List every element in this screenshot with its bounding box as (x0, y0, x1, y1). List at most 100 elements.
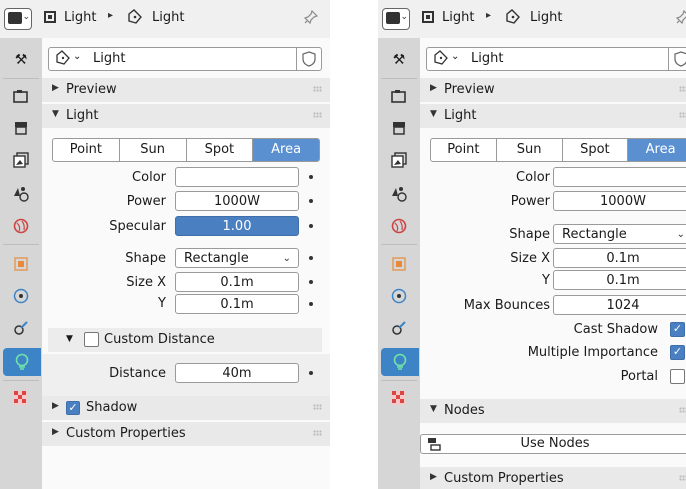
light-type-point[interactable]: Point (53, 139, 120, 161)
tab-physics[interactable] (3, 282, 39, 310)
shadow-panel-header[interactable]: ▶ ✓ Shadow (42, 396, 330, 420)
tab-light-data[interactable] (3, 348, 41, 376)
tab-render[interactable] (3, 82, 39, 110)
size-y-field[interactable]: 0.1m (175, 294, 299, 314)
use-nodes-button[interactable]: Use Nodes (420, 434, 686, 454)
keyframe-dot-icon[interactable] (309, 302, 313, 306)
tab-world[interactable] (3, 212, 39, 240)
cast-shadow-checkbox[interactable]: ✓ (670, 322, 685, 337)
light-panel-header[interactable]: ▼ Light (420, 104, 686, 128)
tab-tool[interactable]: ⚒ (3, 46, 39, 74)
light-type-area[interactable]: Area (253, 139, 319, 161)
light-type-point[interactable]: Point (431, 139, 497, 161)
keyframe-dot-icon[interactable] (309, 371, 313, 375)
light-type-spot[interactable]: Spot (187, 139, 254, 161)
tab-tool[interactable]: ⚒ (381, 46, 417, 74)
drag-grip-icon[interactable] (679, 86, 686, 92)
pin-icon[interactable] (304, 10, 318, 24)
preview-label: Preview (66, 82, 117, 97)
breadcrumb-object[interactable]: Light (442, 10, 474, 25)
drag-grip-icon[interactable] (313, 404, 322, 410)
drag-grip-icon[interactable] (313, 430, 322, 436)
tab-render[interactable] (381, 82, 417, 110)
keyframe-dot-icon[interactable] (309, 175, 313, 179)
tab-view-layer[interactable] (3, 146, 39, 174)
tab-scene[interactable] (381, 180, 417, 208)
fake-user-button[interactable] (296, 48, 321, 70)
size-x-field[interactable]: 0.1m (553, 248, 686, 268)
tab-output[interactable] (381, 114, 417, 142)
tab-world[interactable] (381, 212, 417, 240)
portal-label: Portal (620, 369, 658, 384)
light-type-area[interactable]: Area (628, 139, 686, 161)
light-datablock-selector[interactable]: ⌄ Light (426, 47, 686, 71)
panel-header: ⌄ Light ▸ Light (378, 0, 686, 38)
distance-field[interactable]: 40m (175, 363, 299, 383)
drag-grip-icon[interactable] (313, 86, 322, 92)
size-y-label: Y (542, 273, 550, 288)
multiple-importance-checkbox[interactable]: ✓ (670, 345, 685, 360)
tab-texture[interactable] (381, 384, 417, 412)
power-field[interactable]: 1000W (553, 191, 686, 211)
custom-distance-subpanel-header[interactable]: ▼ Custom Distance (48, 328, 322, 352)
breadcrumb-data[interactable]: Light (152, 10, 184, 25)
tab-object[interactable] (3, 250, 39, 278)
color-swatch[interactable] (175, 167, 299, 187)
max-bounces-field[interactable]: 1024 (553, 295, 686, 315)
custom-properties-panel-header[interactable]: ▶ Custom Properties (420, 467, 686, 489)
collapsed-arrow-icon: ▶ (52, 401, 59, 411)
light-type-spot[interactable]: Spot (563, 139, 629, 161)
light-type-sun[interactable]: Sun (497, 139, 563, 161)
datablock-name[interactable]: Light (93, 51, 125, 66)
color-label: Color (132, 170, 166, 185)
keyframe-dot-icon[interactable] (309, 256, 313, 260)
datablock-name[interactable]: Light (471, 51, 503, 66)
keyframe-dot-icon[interactable] (309, 224, 313, 228)
tab-physics[interactable] (381, 282, 417, 310)
fake-user-shield-icon (674, 51, 686, 67)
editor-type-selector[interactable]: ⌄ (4, 8, 32, 30)
shadow-checkbox[interactable]: ✓ (66, 401, 80, 415)
size-y-field[interactable]: 0.1m (553, 270, 686, 290)
color-swatch[interactable] (553, 167, 686, 187)
tab-view-layer[interactable] (381, 146, 417, 174)
tab-constraints[interactable] (381, 314, 417, 342)
tab-constraints[interactable] (3, 314, 39, 342)
tab-scene[interactable] (3, 180, 39, 208)
tab-object[interactable] (381, 250, 417, 278)
keyframe-dot-icon[interactable] (309, 199, 313, 203)
breadcrumb-data[interactable]: Light (530, 10, 562, 25)
editor-type-selector[interactable]: ⌄ (382, 8, 410, 30)
keyframe-dot-icon[interactable] (309, 280, 313, 284)
drag-grip-icon[interactable] (679, 407, 686, 413)
nodes-panel-header[interactable]: ▼ Nodes (420, 399, 686, 423)
editor-type-icon (8, 12, 22, 24)
custom-properties-panel-header[interactable]: ▶ Custom Properties (42, 422, 330, 446)
specular-slider[interactable]: 1.00 (175, 216, 299, 236)
breadcrumb-object[interactable]: Light (64, 10, 96, 25)
nodes-label: Nodes (444, 403, 485, 418)
physics-icon (391, 288, 407, 304)
preview-panel-header[interactable]: ▶ Preview (420, 78, 686, 102)
custom-distance-checkbox[interactable] (84, 332, 99, 347)
size-x-field[interactable]: 0.1m (175, 272, 299, 292)
breadcrumb-separator-icon: ▸ (108, 10, 114, 21)
shape-dropdown[interactable]: Rectangle ⌄ (553, 224, 686, 244)
power-field[interactable]: 1000W (175, 191, 299, 211)
light-type-sun[interactable]: Sun (120, 139, 187, 161)
shape-dropdown[interactable]: Rectangle ⌄ (175, 248, 299, 268)
chevron-down-icon: ⌄ (400, 12, 408, 22)
object-orange-icon (14, 257, 28, 271)
fake-user-button[interactable] (668, 48, 686, 70)
tab-light-data[interactable] (381, 348, 419, 376)
drag-grip-icon[interactable] (679, 475, 686, 481)
tab-output[interactable] (3, 114, 39, 142)
drag-grip-icon[interactable] (679, 112, 686, 118)
drag-grip-icon[interactable] (313, 112, 322, 118)
portal-checkbox[interactable] (670, 369, 685, 384)
light-datablock-selector[interactable]: ⌄ Light (48, 47, 322, 71)
pin-icon[interactable] (676, 10, 686, 24)
light-panel-header[interactable]: ▼ Light (42, 104, 330, 128)
tab-texture[interactable] (3, 384, 39, 412)
preview-panel-header[interactable]: ▶ Preview (42, 78, 330, 102)
